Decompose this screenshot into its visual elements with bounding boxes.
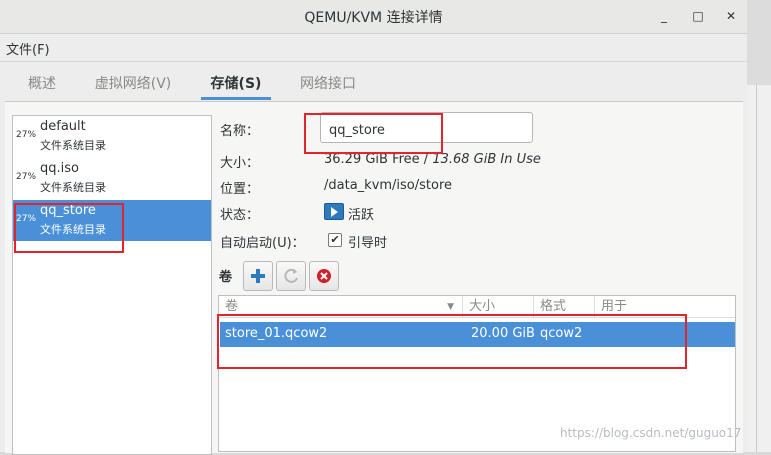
size-free: 36.29 GiB Free [324, 152, 420, 167]
pool-type: 文件系统目录 [40, 139, 106, 152]
column-header-used-by[interactable]: 用于 [595, 296, 735, 318]
pool-type: 文件系统目录 [40, 181, 106, 194]
pool-name: qq.iso [40, 161, 79, 176]
background-window [747, 0, 771, 85]
pool-usage: 27% [16, 172, 37, 182]
add-volume-button[interactable] [243, 261, 273, 291]
sort-down-icon: ▼ [447, 302, 454, 312]
location-label: 位置： [220, 182, 260, 197]
pool-name: default [40, 119, 86, 134]
autostart-value: 引导时 [348, 236, 388, 251]
refresh-icon [284, 268, 298, 283]
pool-item-qq-iso[interactable]: 27% qq.iso 文件系统目录 [13, 158, 211, 199]
size-separator: / [419, 152, 433, 167]
volumes-label: 卷 [219, 270, 233, 285]
column-header-volume[interactable]: 卷 ▼ [219, 296, 463, 318]
tab-storage[interactable]: 存储(S) [201, 68, 271, 100]
pool-item-qq-store[interactable]: 27% qq_store 文件系统目录 [13, 200, 211, 241]
autostart-checkbox[interactable]: ✔ [328, 233, 342, 247]
pool-item-default[interactable]: 27% default 文件系统目录 [13, 116, 211, 157]
table-row[interactable]: store_01.qcow2 20.00 GiB qcow2 [220, 322, 735, 347]
close-button[interactable]: ✕ [723, 8, 739, 24]
column-header-volume-label: 卷 [225, 299, 239, 314]
connection-details-window: QEMU/KVM 连接详情 _ □ ✕ 文件(F) 概述 虚拟网络(V) 存储(… [0, 0, 748, 455]
size-used: 13.68 GiB In Use [432, 152, 541, 167]
volume-size: 20.00 GiB [471, 326, 535, 341]
size-value: 36.29 GiB Free / 13.68 GiB In Use [324, 152, 541, 167]
volume-name: store_01.qcow2 [225, 326, 328, 341]
title-bar: QEMU/KVM 连接详情 _ □ ✕ [0, 0, 747, 34]
tab-bar: 概述 虚拟网络(V) 存储(S) 网络接口 [5, 68, 743, 101]
plus-icon [251, 269, 265, 283]
menu-file[interactable]: 文件(F) [6, 39, 50, 58]
delete-volume-button[interactable] [309, 261, 339, 291]
pool-usage: 27% [16, 214, 37, 224]
tab-network-interfaces[interactable]: 网络接口 [291, 68, 365, 100]
size-label: 大小： [220, 156, 260, 171]
menu-bar: 文件(F) [0, 34, 747, 62]
background-window-edge [747, 85, 771, 452]
column-header-size[interactable]: 大小 [463, 296, 534, 318]
state-label: 状态： [220, 208, 260, 223]
state-value: 活跃 [348, 208, 375, 223]
pool-usage: 27% [16, 130, 37, 140]
play-icon [324, 203, 344, 220]
minimize-button[interactable]: _ [656, 8, 672, 24]
autostart-label: 自动启动(U)： [220, 236, 305, 251]
maximize-button[interactable]: □ [690, 8, 706, 24]
pool-name-field[interactable] [320, 112, 533, 143]
name-label: 名称： [220, 124, 260, 139]
divider [756, 85, 757, 452]
delete-icon [317, 269, 331, 283]
pool-type: 文件系统目录 [40, 223, 106, 236]
window-title: QEMU/KVM 连接详情 [304, 10, 443, 26]
tab-overview[interactable]: 概述 [17, 68, 67, 100]
column-header-format[interactable]: 格式 [534, 296, 595, 318]
watermark: https://blog.csdn.net/guguo17 [560, 426, 742, 440]
storage-pool-list: 27% default 文件系统目录 27% qq.iso 文件系统目录 27%… [12, 115, 212, 455]
location-value: /data_kvm/iso/store [324, 178, 453, 193]
tab-virtual-networks[interactable]: 虚拟网络(V) [83, 68, 183, 100]
pool-name: qq_store [40, 203, 96, 218]
refresh-volumes-button[interactable] [276, 261, 306, 291]
volume-format: qcow2 [540, 326, 583, 341]
